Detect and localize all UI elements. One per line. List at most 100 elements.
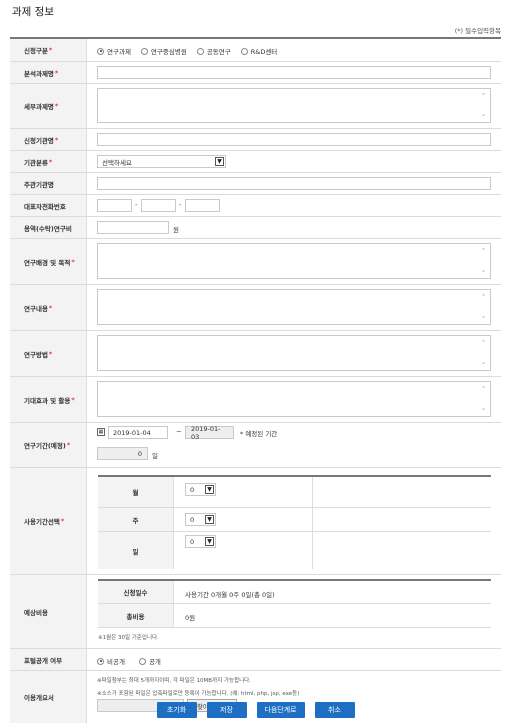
usage-unit-label: 일 <box>98 532 174 569</box>
period-days-unit: 일 <box>152 452 158 460</box>
chevron-down-icon[interactable]: ▼ <box>215 157 224 166</box>
usage-row: 주 0 ▼ <box>98 508 491 532</box>
label-method: 연구방법 <box>24 350 48 359</box>
usage-row: 월 0 ▼ <box>98 477 491 508</box>
period-end-input: 2019-01-03 <box>185 425 234 441</box>
row-detail-title: 세부과제명 * ⌃ ⌄ <box>10 84 501 129</box>
estimate-row: 신청일수 사용기간 0개월 0주 0일(총 0일) <box>98 581 491 604</box>
label-background: 연구배경 및 목적 <box>24 258 71 267</box>
background-textarea[interactable]: ⌃ ⌄ <box>97 243 491 279</box>
row-analysis-title: 분석과제명 * <box>10 62 501 84</box>
method-textarea[interactable]: ⌃ ⌄ <box>97 335 491 371</box>
estimate-table: 신청일수 사용기간 0개월 0주 0일(총 0일) 총비용 0원 <box>98 579 491 628</box>
usage-unit-label: 월 <box>98 477 174 507</box>
period-tilde: ~ <box>176 428 182 436</box>
label-request: 이용개요서 <box>24 694 54 702</box>
scroll-arrows-icon[interactable]: ⌃ ⌄ <box>480 382 487 416</box>
label-usage: 사용기간선택 <box>24 518 60 526</box>
row-institution: 신청기관명 * <box>10 129 501 151</box>
radio-rnd-center[interactable]: R&D센터 <box>240 46 277 56</box>
label-estimate: 예상비용 <box>24 608 48 617</box>
label-content: 연구내용 <box>24 304 48 313</box>
radio-research-task[interactable]: 연구과제 <box>97 46 131 56</box>
row-host-inst: 주관기관명 <box>10 173 501 195</box>
estimate-note: ※1월은 30일 기준입니다. <box>98 635 159 641</box>
radio-joint-research[interactable]: 공동연구 <box>196 46 231 56</box>
request-note-1: ※파일첨부는 최대 5개까지이며, 각 파일은 10MB까지 가능합니다. <box>97 678 251 684</box>
institution-input[interactable] <box>97 133 491 146</box>
row-usage: 사용기간선택 * 월 0 ▼ 주 0 ▼ 일 0 ▼ <box>10 468 501 575</box>
reset-button[interactable]: 초기화 <box>156 702 197 718</box>
scroll-arrows-icon[interactable]: ⌃ ⌄ <box>480 89 487 122</box>
label-budget: 용역(수탁)연구비 <box>24 224 72 233</box>
analysis-title-input[interactable] <box>97 66 491 79</box>
chevron-down-icon[interactable]: ▼ <box>205 485 214 494</box>
phone-sep: - <box>179 201 182 209</box>
host-inst-input[interactable] <box>97 177 491 190</box>
row-budget: 용역(수탁)연구비 원 <box>10 217 501 239</box>
required-note: (*) 필수입력항목 <box>454 27 501 35</box>
chevron-down-icon[interactable]: ▼ <box>205 537 214 546</box>
phone-sep: - <box>135 201 138 209</box>
row-effect: 기대효과 및 활용 * ⌃ ⌄ <box>10 377 501 423</box>
radio-research-hospital[interactable]: 연구중심병원 <box>140 46 187 56</box>
period-days-input: 0 <box>97 447 148 460</box>
period-note: * 예정된 기간 <box>240 430 278 438</box>
usage-unit-label: 주 <box>98 508 174 531</box>
cancel-button[interactable]: 취소 <box>314 702 355 718</box>
budget-input[interactable] <box>97 221 169 234</box>
scroll-arrows-icon[interactable]: ⌃ ⌄ <box>480 244 487 278</box>
detail-title-textarea[interactable]: ⌃ ⌄ <box>97 88 491 123</box>
scroll-arrows-icon[interactable]: ⌃ ⌄ <box>480 336 487 370</box>
label-portal: 포털공개 여부 <box>24 656 63 665</box>
usage-day-select[interactable]: 0 ▼ <box>185 535 216 548</box>
row-portal: 포털공개 여부 비공개 공개 <box>10 649 501 671</box>
usage-month-select[interactable]: 0 ▼ <box>185 483 216 496</box>
phone-part2-input[interactable] <box>141 199 176 212</box>
page-title: 과제 정보 <box>12 6 54 18</box>
row-phone: 대표자전화번호 - - <box>10 195 501 217</box>
effect-textarea[interactable]: ⌃ ⌄ <box>97 381 491 417</box>
required-star: * <box>48 46 53 54</box>
estimate-row-label: 신청일수 <box>98 581 174 603</box>
row-content: 연구내용 * ⌃ ⌄ <box>10 285 501 331</box>
estimate-row-label: 총비용 <box>98 604 174 627</box>
label-period: 연구기간(예정) <box>24 442 66 450</box>
label-analysis-title: 분석과제명 <box>24 69 54 78</box>
action-bar: 초기화 저장 다음단계로 취소 <box>0 702 511 718</box>
row-inst-type: 기관분류 * 선택하세요 ▼ <box>10 151 501 173</box>
scroll-arrows-icon[interactable]: ⌃ ⌄ <box>480 290 487 324</box>
row-apply-type: 신청구분 * 연구과제 연구중심병원 공동연구 R&D센터 <box>10 39 501 62</box>
budget-unit: 원 <box>173 226 179 234</box>
label-institution: 신청기관명 <box>24 136 54 145</box>
row-period: 연구기간(예정) * ▦ 2019-01-04 ~ 2019-01-03 * 예정… <box>10 423 501 468</box>
estimate-days-value: 사용기간 0개월 0주 0일(총 0일) <box>185 591 275 599</box>
label-phone: 대표자전화번호 <box>24 202 66 211</box>
phone-part3-input[interactable] <box>185 199 220 212</box>
label-apply-type: 신청구분 <box>24 47 48 55</box>
period-start-input[interactable]: 2019-01-04 <box>108 426 168 439</box>
content-textarea[interactable]: ⌃ ⌄ <box>97 289 491 325</box>
chevron-down-icon[interactable]: ▼ <box>205 515 214 524</box>
inst-type-select[interactable]: 선택하세요 ▼ <box>97 155 226 168</box>
label-inst-type: 기관분류 <box>24 158 48 167</box>
row-background: 연구배경 및 목적 * ⌃ ⌄ <box>10 239 501 285</box>
radio-public[interactable]: 공개 <box>138 656 161 666</box>
estimate-row: 총비용 0원 <box>98 604 491 628</box>
estimate-cost-value: 0원 <box>185 614 196 622</box>
radio-private[interactable]: 비공개 <box>97 656 125 666</box>
save-button[interactable]: 저장 <box>206 702 247 718</box>
usage-row: 일 0 ▼ <box>98 532 491 569</box>
request-note-2: ※소스가 포함된 파일은 압축파일로만 등록이 가능합니다. (예: html,… <box>97 691 300 697</box>
row-method: 연구방법 * ⌃ ⌄ <box>10 331 501 377</box>
row-estimate: 예상비용 신청일수 사용기간 0개월 0주 0일(총 0일) 총비용 0원 ※1… <box>10 575 501 649</box>
usage-week-select[interactable]: 0 ▼ <box>185 513 216 526</box>
label-effect: 기대효과 및 활용 <box>24 396 71 405</box>
usage-table: 월 0 ▼ 주 0 ▼ 일 0 ▼ <box>98 475 491 569</box>
phone-part1-input[interactable] <box>97 199 132 212</box>
calendar-icon[interactable]: ▦ <box>97 428 105 436</box>
label-host-inst: 주관기관명 <box>24 180 54 189</box>
next-step-button[interactable]: 다음단계로 <box>256 702 305 718</box>
task-info-form: 신청구분 * 연구과제 연구중심병원 공동연구 R&D센터 분석과제명 * 세부과제… <box>10 37 501 723</box>
label-detail-title: 세부과제명 <box>24 103 54 111</box>
